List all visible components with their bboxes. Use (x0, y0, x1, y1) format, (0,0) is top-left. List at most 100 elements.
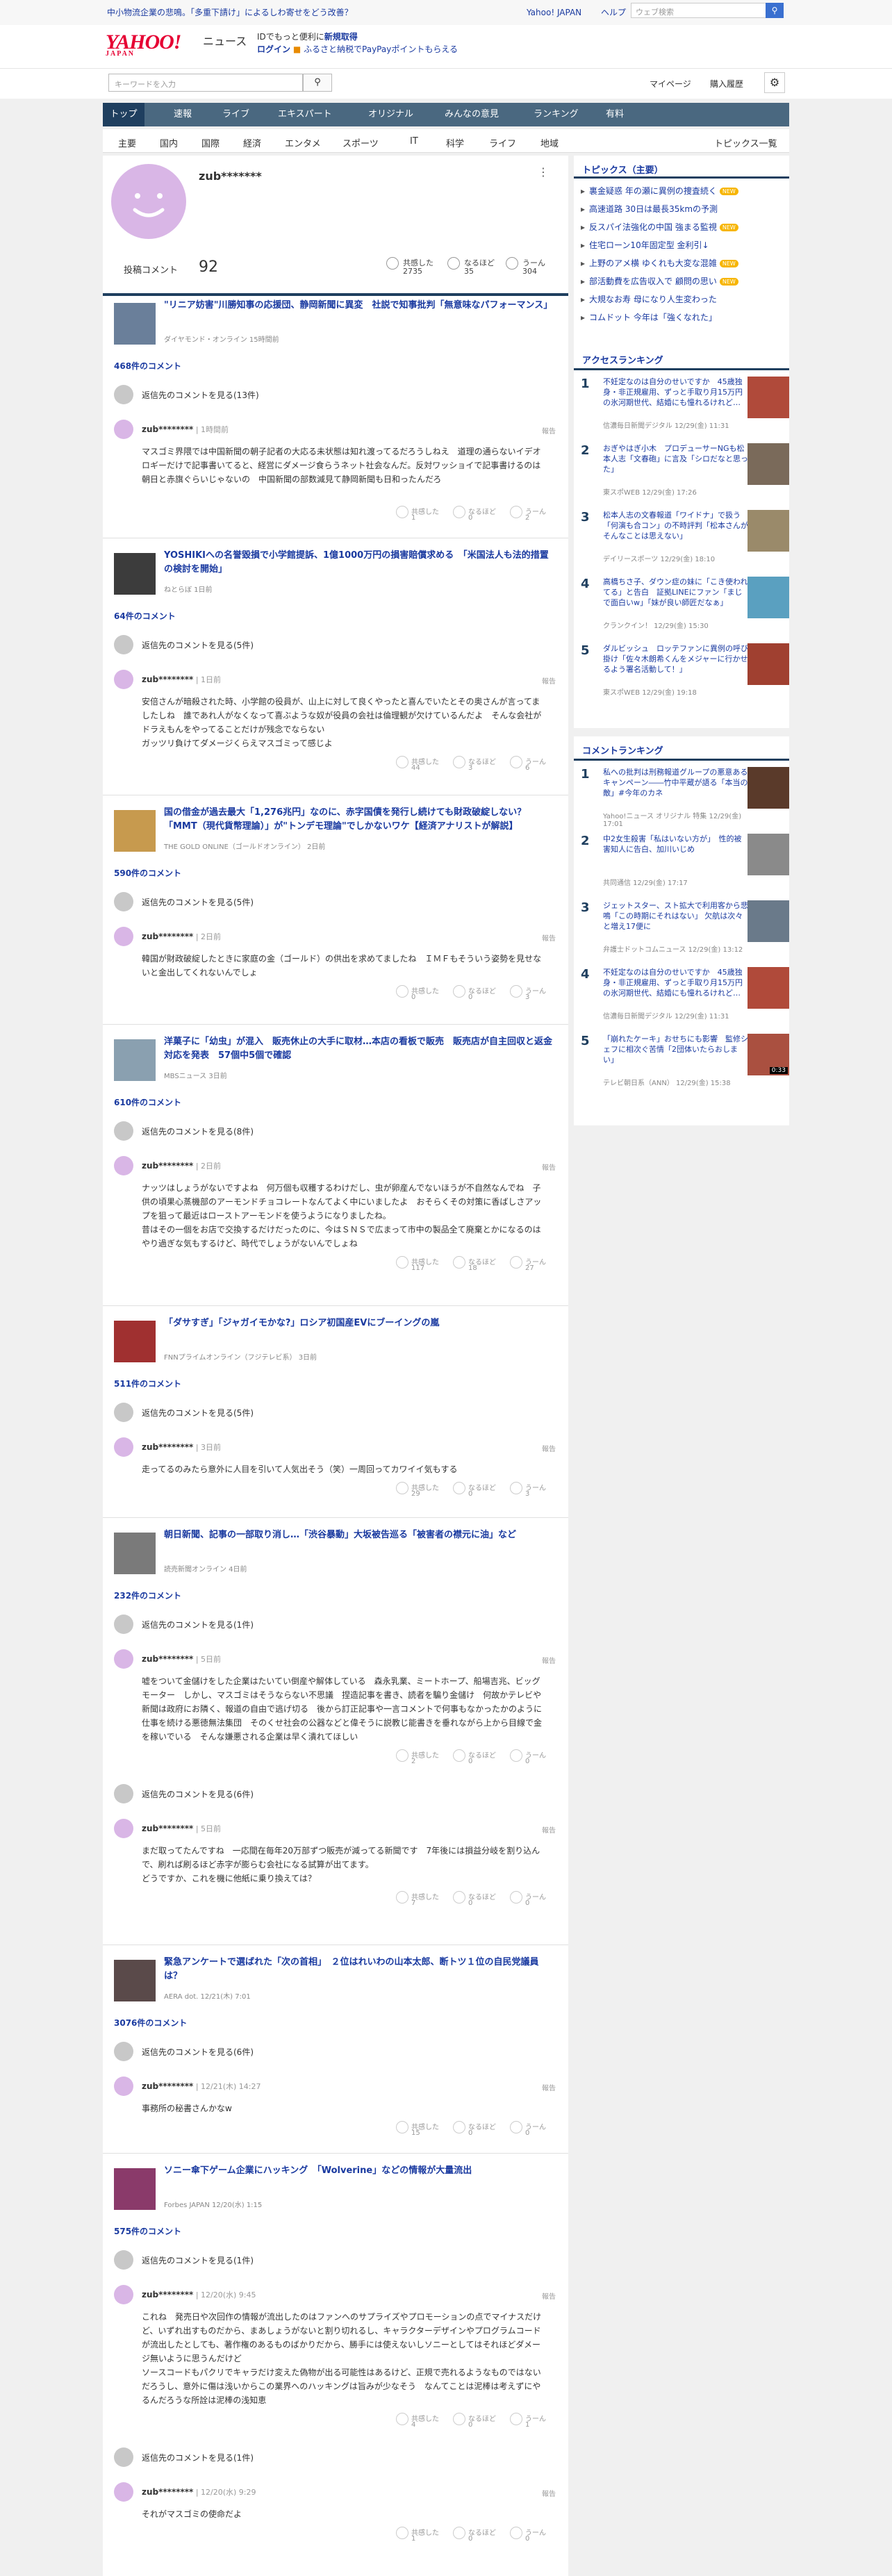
login-link[interactable]: ログイン (257, 44, 290, 54)
subnav-item[interactable]: エンタメ (285, 136, 321, 149)
history-link[interactable]: 購入履歴 (710, 78, 743, 90)
article-thumbnail[interactable] (114, 1960, 156, 2001)
search-icon[interactable]: ⚲ (766, 3, 784, 18)
reaction-naruhodo-button[interactable]: なるほど 0 (453, 1891, 496, 1907)
ranking-title[interactable]: 高橋ちさ子、ダウン症の妹に「こき使われてる」と告白 証拠LINEにファン「まじで… (603, 577, 749, 608)
reaction-uun-button[interactable]: うーん 0 (510, 2121, 546, 2137)
reaction-agree-button[interactable]: 共感した 44 (396, 756, 439, 772)
more-icon[interactable]: ⋮ (538, 165, 549, 179)
ranking-thumbnail[interactable] (748, 377, 789, 418)
topic-link[interactable]: 住宅ローン10年固定型 金利引↓ (581, 239, 709, 251)
article-title[interactable]: "リニア妨害"川勝知事の応援団、静岡新聞に異変 社説で知事批判「無意味なパフォー… (164, 299, 553, 313)
reaction-uun-button[interactable]: うーん 27 (510, 1256, 546, 1272)
reaction-agree-button[interactable]: 共感した 15 (396, 2121, 439, 2137)
subnav-item[interactable]: スポーツ (342, 136, 379, 149)
report-link[interactable]: 報告 (542, 1655, 556, 1665)
promo-furusato-link[interactable]: ふるさと納税でPayPayポイントもらえる (304, 44, 458, 54)
reaction-naruhodo-button[interactable]: なるほど 0 (453, 2527, 496, 2543)
ranking-title[interactable]: ジェットスター、スト拡大で利用客から悲鳴「この時期にそれはない」 欠航は次々と増… (603, 900, 749, 932)
reply-link[interactable]: 返信先のコメントを見る(13件) (142, 389, 259, 401)
topic-link[interactable]: 部活動費を広告収入で 顧問の思いNEW (581, 275, 738, 287)
reply-link[interactable]: 返信先のコメントを見る(8件) (142, 1125, 254, 1137)
comment-count-link[interactable]: 610件のコメント (114, 1096, 181, 1108)
reply-link[interactable]: 返信先のコメントを見る(1件) (142, 2452, 254, 2463)
ranking-thumbnail[interactable] (748, 767, 789, 809)
comment-count-link[interactable]: 468件のコメント (114, 360, 181, 372)
ranking-thumbnail[interactable] (748, 900, 789, 942)
report-link[interactable]: 報告 (542, 1162, 556, 1172)
reaction-uun-button[interactable]: うーん 3 (510, 1482, 546, 1498)
web-search-input[interactable]: ウェブ検索 (631, 3, 784, 18)
subnav-item[interactable]: IT (410, 136, 418, 147)
article-thumbnail[interactable] (114, 553, 156, 595)
yahoo-japan-link[interactable]: Yahoo! JAPAN (527, 8, 581, 17)
tab-sokuho[interactable]: 速報 (174, 103, 192, 126)
reply-link[interactable]: 返信先のコメントを見る(1件) (142, 2254, 254, 2266)
reaction-uun-button[interactable]: うーん 0 (510, 1891, 546, 1907)
ranking-thumbnail[interactable]: 0:33 (748, 1034, 789, 1075)
ranking-thumbnail[interactable] (748, 834, 789, 875)
article-title[interactable]: ソニー傘下ゲーム企業にハッキング 「Wolverine」などの情報が大量流出 (164, 2164, 553, 2178)
subnav-item[interactable]: 経済 (243, 136, 261, 149)
keyword-search-input[interactable]: キーワードを入力 (108, 74, 303, 92)
article-title[interactable]: 緊急アンケートで選ばれた「次の首相」 ２位はれいわの山本太郎、断トツ１位の自民党… (164, 1956, 553, 1983)
report-link[interactable]: 報告 (542, 2290, 556, 2301)
reaction-naruhodo-button[interactable]: なるほど 0 (453, 985, 496, 1001)
tab-live[interactable]: ライブ (222, 103, 249, 126)
reaction-uun-button[interactable]: うーん 0 (510, 2527, 546, 2543)
reaction-naruhodo-button[interactable]: なるほど 0 (453, 2413, 496, 2429)
reply-link[interactable]: 返信先のコメントを見る(5件) (142, 1407, 254, 1419)
comment-count-link[interactable]: 3076件のコメント (114, 2017, 187, 2029)
subnav-item[interactable]: 国際 (201, 136, 220, 149)
gear-icon[interactable]: ⚙ (764, 72, 785, 93)
ranking-title[interactable]: 中2女生殺害「私はいない方が」 性的被害知人に告白、加川いじめ (603, 834, 749, 854)
reaction-uun-button[interactable]: うーん 3 (510, 985, 546, 1001)
ranking-title[interactable]: 不妊定なのは自分のせいですか 45歳独身・非正規雇用、ずっと手取り月15万円の氷… (603, 967, 749, 998)
reaction-naruhodo-button[interactable]: なるほど 0 (453, 2121, 496, 2137)
article-thumbnail[interactable] (114, 810, 156, 852)
report-link[interactable]: 報告 (542, 2488, 556, 2498)
topic-link[interactable]: コムドット 今年は「強くなれた」 (581, 311, 717, 323)
subnav-item[interactable]: ライフ (489, 136, 516, 149)
reply-link[interactable]: 返信先のコメントを見る(6件) (142, 1788, 254, 1800)
ranking-title[interactable]: 松本人志の文春報道「ワイドナ」で扱う 「何演も合コン」の不時評判「松本さんがそん… (603, 510, 749, 541)
report-link[interactable]: 報告 (542, 425, 556, 436)
search-icon[interactable]: ⚲ (303, 74, 332, 92)
ranking-thumbnail[interactable] (748, 577, 789, 618)
subnav-item[interactable]: 地域 (540, 136, 559, 149)
reaction-uun-button[interactable]: うーん 0 (510, 1749, 546, 1765)
subnav-item[interactable]: 国内 (160, 136, 178, 149)
tab-expert[interactable]: エキスパート (278, 103, 332, 126)
ranking-title[interactable]: おぎやはぎ小木 プロデューサーNGも松本人志「文春砲」に言及「シロだなと思った」 (603, 443, 749, 474)
report-link[interactable]: 報告 (542, 932, 556, 943)
article-thumbnail[interactable] (114, 303, 156, 345)
ranking-thumbnail[interactable] (748, 967, 789, 1009)
comment-count-link[interactable]: 575件のコメント (114, 2225, 181, 2237)
article-title[interactable]: 朝日新聞、記事の一部取り消し…「渋谷暴動」大坂被告巡る「被害者の襟元に油」など (164, 1528, 553, 1542)
article-thumbnail[interactable] (114, 1321, 156, 1362)
tab-opinion[interactable]: みんなの意見 (445, 103, 499, 126)
reaction-naruhodo-button[interactable]: なるほど 0 (453, 1482, 496, 1498)
comment-count-link[interactable]: 232件のコメント (114, 1590, 181, 1601)
reply-link[interactable]: 返信先のコメントを見る(5件) (142, 896, 254, 908)
reaction-uun-button[interactable]: うーん 6 (510, 756, 546, 772)
topic-link[interactable]: 反スパイ法強化の中国 強まる監視NEW (581, 221, 738, 233)
mypage-link[interactable]: マイページ (650, 78, 691, 90)
ranking-title[interactable]: ダルビッシュ ロッテファンに異例の呼び掛け「佐々木朗希くんをメジャーに行かせるよ… (603, 643, 749, 675)
yahoo-logo[interactable]: YAHOO! JAPAN (106, 31, 181, 58)
comment-count-link[interactable]: 64件のコメント (114, 610, 176, 622)
report-link[interactable]: 報告 (542, 1824, 556, 1835)
reply-link[interactable]: 返信先のコメントを見る(1件) (142, 1619, 254, 1630)
article-title[interactable]: 国の借金が過去最大「1,276兆円」なのに、赤字国債を発行し続けても財政破綻しな… (164, 806, 553, 834)
reaction-naruhodo-button[interactable]: なるほど 0 (453, 1749, 496, 1765)
reaction-agree-button[interactable]: 共感した 29 (396, 1482, 439, 1498)
reaction-agree-button[interactable]: 共感した 1 (396, 506, 439, 522)
subnav-item[interactable]: 科学 (446, 136, 464, 149)
ranking-thumbnail[interactable] (748, 510, 789, 552)
reaction-agree-button[interactable]: 共感した 0 (396, 985, 439, 1001)
article-thumbnail[interactable] (114, 1533, 156, 1574)
reply-link[interactable]: 返信先のコメントを見る(5件) (142, 639, 254, 651)
reaction-agree-button[interactable]: 共感した 1 (396, 2527, 439, 2543)
reaction-uun-button[interactable]: うーん 2 (510, 506, 546, 522)
ranking-thumbnail[interactable] (748, 643, 789, 685)
